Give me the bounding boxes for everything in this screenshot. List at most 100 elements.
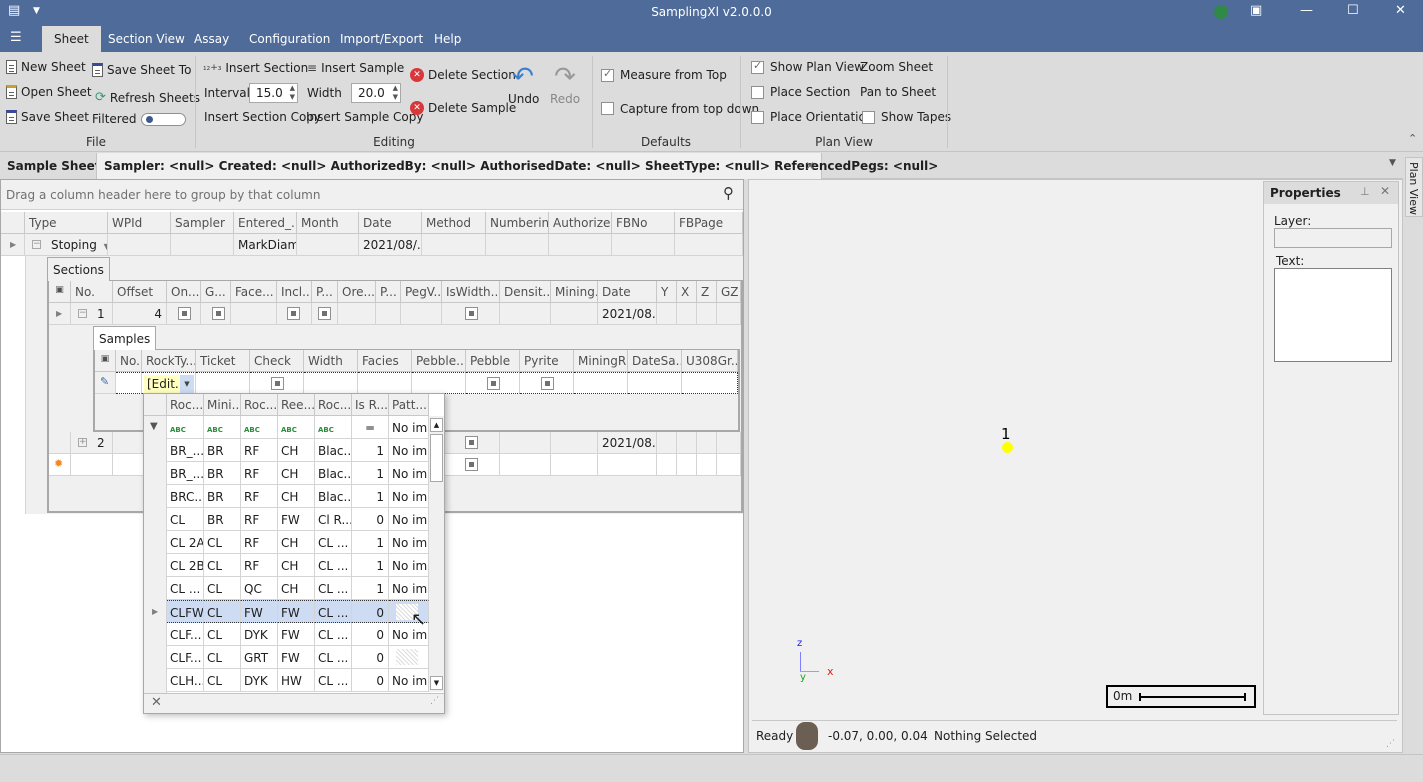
minimize-icon[interactable]: — bbox=[1300, 3, 1313, 18]
close-panel-icon[interactable]: ✕ bbox=[1380, 184, 1390, 198]
table-cell[interactable] bbox=[574, 372, 628, 394]
filter-cell[interactable]: ABC bbox=[315, 416, 352, 439]
checkbox[interactable] bbox=[465, 458, 478, 471]
filter-cell[interactable]: ABC bbox=[167, 416, 204, 439]
table-cell[interactable] bbox=[171, 234, 234, 256]
date-cell[interactable]: 2021/08... bbox=[598, 303, 657, 325]
search-icon[interactable]: ⚲ bbox=[723, 184, 734, 202]
checkbox[interactable] bbox=[465, 436, 478, 449]
resize-grip-icon[interactable]: ⋰ bbox=[1386, 739, 1395, 749]
new-sheet-button[interactable]: New Sheet bbox=[6, 60, 86, 74]
checkbox-cell[interactable] bbox=[201, 303, 231, 325]
checkbox-cell[interactable] bbox=[312, 303, 338, 325]
column-header[interactable]: WPId bbox=[108, 212, 171, 234]
maximize-icon[interactable]: ☐ bbox=[1347, 3, 1359, 18]
filter-icon[interactable]: ▼ bbox=[150, 421, 158, 432]
table-cell[interactable] bbox=[116, 372, 142, 394]
popup-list-item[interactable]: CLH...CLDYKHWCL ...0No im... bbox=[144, 669, 430, 692]
measure-from-top-checkbox[interactable] bbox=[601, 67, 614, 82]
column-header[interactable]: Incl... bbox=[277, 281, 312, 303]
popup-column-header[interactable]: Roc... bbox=[167, 394, 204, 416]
section-point-marker[interactable] bbox=[1002, 442, 1013, 453]
column-header[interactable]: Ore... bbox=[338, 281, 376, 303]
checkbox-cell[interactable] bbox=[277, 303, 312, 325]
table-cell[interactable] bbox=[549, 234, 612, 256]
plan-view-side-tab[interactable]: Plan View bbox=[1405, 157, 1423, 217]
rocktype-input[interactable]: [Edit... bbox=[144, 375, 180, 393]
column-header[interactable]: Z bbox=[697, 281, 717, 303]
column-header[interactable]: IsWidth... bbox=[442, 281, 500, 303]
column-header[interactable]: Sampler bbox=[171, 212, 234, 234]
column-header[interactable]: Month bbox=[297, 212, 359, 234]
close-popup-icon[interactable]: ✕ bbox=[151, 695, 162, 710]
section-no-cell[interactable]: + 2 bbox=[71, 432, 113, 454]
section-no-cell[interactable]: − 1 bbox=[71, 303, 113, 325]
collapse-icon[interactable]: − bbox=[32, 240, 41, 249]
column-header[interactable]: Date bbox=[359, 212, 422, 234]
checkbox[interactable] bbox=[487, 377, 500, 390]
popup-list-item[interactable]: ▶ CLFW CL FW FW CL ... 0 bbox=[144, 600, 430, 623]
column-header[interactable]: X bbox=[677, 281, 697, 303]
table-cell[interactable] bbox=[422, 234, 486, 256]
refresh-sheets-button[interactable]: ⟳ Refresh Sheets bbox=[95, 90, 200, 105]
expand-icon[interactable]: + bbox=[78, 438, 87, 447]
row-indicator[interactable]: ✹ bbox=[49, 454, 71, 476]
column-header[interactable]: Pyrite bbox=[520, 350, 574, 372]
checkbox[interactable] bbox=[541, 377, 554, 390]
table-cell[interactable] bbox=[551, 454, 598, 476]
table-cell[interactable] bbox=[717, 432, 741, 454]
table-cell[interactable] bbox=[717, 454, 741, 476]
table-cell[interactable] bbox=[196, 372, 250, 394]
tab-list-dropdown-icon[interactable]: ▼ bbox=[1389, 158, 1396, 168]
checkbox[interactable] bbox=[318, 307, 331, 320]
place-orientation-checkbox[interactable] bbox=[751, 111, 764, 124]
table-cell[interactable] bbox=[697, 432, 717, 454]
column-header[interactable]: RockTy... bbox=[142, 350, 196, 372]
row-indicator[interactable] bbox=[49, 432, 71, 454]
column-header[interactable]: Offset bbox=[113, 281, 167, 303]
insert-section-button[interactable]: ₁₂+₃ Insert Section bbox=[203, 61, 308, 75]
table-cell[interactable] bbox=[598, 454, 657, 476]
filter-cell[interactable]: ABC bbox=[278, 416, 315, 439]
table-cell[interactable] bbox=[677, 432, 697, 454]
column-header[interactable]: Densit... bbox=[500, 281, 551, 303]
insert-section-copy-button[interactable]: Insert Section Copy bbox=[204, 110, 321, 124]
sections-tab[interactable]: Sections bbox=[47, 257, 110, 281]
popup-column-header[interactable]: Is R... bbox=[352, 394, 389, 416]
popup-list-item[interactable]: CL 2BCLRFCHCL ...1No im... bbox=[144, 554, 430, 577]
popup-list-item[interactable]: BR_...BRRFCHBlac...1No im... bbox=[144, 462, 430, 485]
text-field[interactable] bbox=[1274, 268, 1392, 362]
tab-sheet[interactable]: Sheet bbox=[42, 26, 101, 52]
table-cell[interactable] bbox=[401, 303, 442, 325]
table-cell[interactable] bbox=[717, 303, 741, 325]
column-header[interactable]: Mining... bbox=[551, 281, 598, 303]
dropdown-button-icon[interactable]: ▼ bbox=[180, 375, 194, 393]
table-cell[interactable] bbox=[657, 303, 677, 325]
checkbox[interactable] bbox=[465, 307, 478, 320]
save-sheet-to-button[interactable]: Save Sheet To bbox=[92, 63, 191, 77]
scroll-up-icon[interactable]: ▲ bbox=[430, 418, 443, 432]
table-cell[interactable] bbox=[500, 454, 551, 476]
insert-sample-button[interactable]: ≡ Insert Sample bbox=[307, 61, 404, 75]
undo-button[interactable]: ↶ Undo bbox=[508, 64, 539, 106]
column-header[interactable]: On... bbox=[167, 281, 201, 303]
delete-section-button[interactable]: ✕ Delete Section bbox=[410, 68, 516, 82]
interval-spinner[interactable]: 15.0 ▲ ▼ bbox=[249, 83, 298, 103]
table-cell[interactable] bbox=[297, 234, 359, 256]
column-header[interactable]: Ticket bbox=[196, 350, 250, 372]
checkbox[interactable] bbox=[212, 307, 225, 320]
restore-ribbon-icon[interactable]: ▣ bbox=[1250, 3, 1262, 18]
popup-column-header[interactable]: Ree... bbox=[278, 394, 315, 416]
popup-list-item[interactable]: CLBRRFFWCl R...0No im... bbox=[144, 508, 430, 531]
filter-cell[interactable]: ABC bbox=[241, 416, 278, 439]
popup-column-header[interactable]: Patt... bbox=[389, 394, 429, 416]
table-cell[interactable] bbox=[675, 234, 743, 256]
scroll-down-icon[interactable]: ▼ bbox=[430, 676, 443, 690]
close-icon[interactable]: ✕ bbox=[1395, 3, 1406, 18]
column-header[interactable]: FBNo bbox=[612, 212, 675, 234]
checkbox[interactable] bbox=[271, 377, 284, 390]
column-header[interactable]: Width bbox=[304, 350, 358, 372]
column-header[interactable]: Date bbox=[598, 281, 657, 303]
checkbox-cell[interactable] bbox=[466, 372, 520, 394]
column-header[interactable]: Y bbox=[657, 281, 677, 303]
